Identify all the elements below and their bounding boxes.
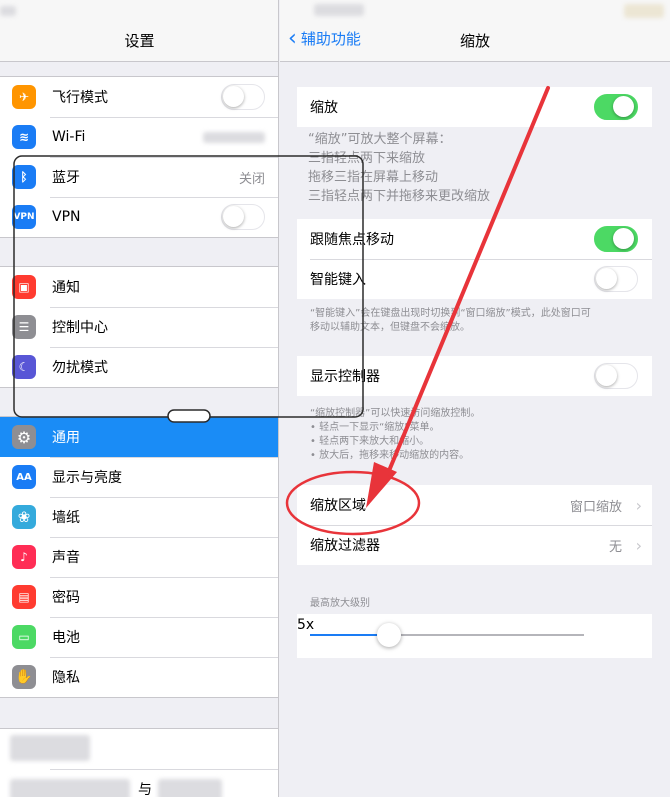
back-button[interactable]: ‹ 辅助功能 — [288, 25, 361, 51]
sidebar-item-battery[interactable]: ▭ 电池 — [0, 617, 278, 657]
chevron-right-icon: › — [635, 535, 642, 555]
notifications-group: ▣ 通知 ☰ 控制中心 ☾ 勿扰模式 — [0, 266, 278, 388]
follow-focus-row[interactable]: 跟随焦点移动 — [297, 219, 652, 259]
status-bar-blur — [0, 6, 16, 16]
bluetooth-status: 关闭 — [238, 171, 265, 187]
sidebar-item-label: 隐私 — [52, 670, 80, 686]
show-controller-toggle[interactable] — [594, 363, 638, 389]
chevron-left-icon: ‹ — [288, 25, 297, 51]
partial-label: 与 — [138, 782, 152, 797]
sidebar-item-label: Wi-Fi — [52, 129, 86, 145]
follow-focus-toggle[interactable] — [594, 226, 638, 252]
focus-card: 跟随焦点移动 智能键入 — [297, 219, 652, 299]
sidebar-item-passcode[interactable]: ▤ 密码 — [0, 577, 278, 617]
sidebar-item-label: VPN — [52, 209, 81, 225]
zoom-filter-label: 缩放过滤器 — [310, 538, 380, 554]
battery-status-blur — [624, 4, 664, 18]
gear-icon: ⚙ — [12, 425, 36, 449]
zoom-row[interactable]: 缩放 — [297, 87, 652, 127]
controller-card: 显示控制器 — [297, 356, 652, 396]
bluetooth-icon: ᛒ — [12, 165, 36, 189]
zoom-description: “缩放”可放大整个屏幕： 三指轻点两下来缩放 拖移三指在屏幕上移动 三指轻点两下… — [308, 132, 491, 204]
sidebar-item-label: 声音 — [52, 550, 80, 566]
sidebar-title: 设置 — [124, 32, 155, 50]
notifications-icon: ▣ — [12, 275, 36, 299]
sidebar-item-label: 勿扰模式 — [52, 360, 108, 376]
sidebar-item-wallpaper[interactable]: ❀ 墙纸 — [0, 497, 278, 537]
smart-typing-toggle[interactable] — [594, 266, 638, 292]
blurred-content — [158, 779, 222, 797]
sidebar-item-notifications[interactable]: ▣ 通知 — [0, 267, 278, 307]
airplane-icon: ✈ — [12, 85, 36, 109]
sidebar-header: 设置 — [0, 0, 278, 62]
vpn-toggle[interactable] — [221, 204, 265, 230]
max-zoom-value: 5x — [297, 617, 315, 633]
status-bar-blur — [314, 4, 364, 16]
zoom-region-value: 窗口缩放 — [569, 499, 622, 515]
back-button-label: 辅助功能 — [300, 30, 361, 48]
sidebar-item-display[interactable]: AA 显示与亮度 — [0, 457, 278, 497]
smart-typing-row[interactable]: 智能键入 — [297, 259, 652, 299]
zoom-card: 缩放 — [297, 87, 652, 127]
do-not-disturb-icon: ☾ — [12, 355, 36, 379]
wallpaper-icon: ❀ — [12, 505, 36, 529]
blurred-content — [10, 735, 90, 761]
settings-sidebar: 设置 ✈ 飞行模式 ≋ Wi-Fi ᛒ 蓝牙 关闭 VPN VPN ▣ 通知 ☰… — [0, 0, 279, 797]
smart-typing-description: “智能键入”会在键盘出现时切换到“窗口缩放”模式，此处窗口可 移动以辅助文本，但… — [310, 308, 591, 333]
chevron-right-icon: › — [635, 495, 642, 515]
sidebar-item-label: 飞行模式 — [52, 90, 108, 106]
controller-description: “缩放控制器”可以快速访问缩放控制。 • 轻点一下显示“缩放”菜单。 • 轻点两… — [310, 408, 481, 461]
show-controller-row[interactable]: 显示控制器 — [297, 356, 652, 396]
follow-focus-label: 跟随焦点移动 — [310, 232, 394, 248]
zoom-toggle[interactable] — [594, 94, 638, 120]
sidebar-item-general[interactable]: ⚙ 通用 — [0, 417, 278, 457]
sidebar-item-do-not-disturb[interactable]: ☾ 勿扰模式 — [0, 347, 278, 387]
sidebar-item-airplane[interactable]: ✈ 飞行模式 — [0, 77, 278, 117]
sidebar-item-bluetooth[interactable]: ᛒ 蓝牙 关闭 — [0, 157, 278, 197]
airplane-mode-toggle[interactable] — [221, 84, 265, 110]
connectivity-group: ✈ 飞行模式 ≋ Wi-Fi ᛒ 蓝牙 关闭 VPN VPN — [0, 76, 278, 238]
sidebar-item-label: 通用 — [52, 430, 80, 446]
region-card: 缩放区域 窗口缩放 › 缩放过滤器 无 › — [297, 485, 652, 565]
accounts-group: 与 — [0, 728, 278, 797]
sidebar-item-control-center[interactable]: ☰ 控制中心 — [0, 307, 278, 347]
slider-thumb[interactable] — [377, 623, 402, 647]
zoom-region-row[interactable]: 缩放区域 窗口缩放 › — [297, 485, 652, 525]
control-center-icon: ☰ — [12, 315, 36, 339]
zoom-region-label: 缩放区域 — [310, 498, 366, 514]
battery-icon: ▭ — [12, 625, 36, 649]
detail-header: ‹ 辅助功能 缩放 — [280, 0, 670, 62]
max-zoom-card: 5x — [297, 614, 652, 658]
general-group: ⚙ 通用 AA 显示与亮度 ❀ 墙纸 ♪ 声音 ▤ 密码 ▭ 电池 ✋ 隐私 — [0, 416, 278, 698]
sidebar-item-vpn[interactable]: VPN VPN — [0, 197, 278, 237]
sidebar-item-label: 密码 — [52, 590, 80, 606]
sidebar-item-label: 墙纸 — [52, 510, 80, 526]
zoom-label: 缩放 — [310, 100, 338, 116]
max-zoom-slider[interactable] — [310, 623, 584, 647]
sidebar-item-blurred-2[interactable]: 与 — [0, 769, 278, 797]
zoom-settings-pane: ‹ 辅助功能 缩放 缩放 “缩放”可放大整个屏幕： 三指轻点两下来缩放 拖移三指… — [280, 0, 670, 797]
show-controller-label: 显示控制器 — [310, 369, 380, 385]
sidebar-item-label: 控制中心 — [52, 320, 108, 336]
sidebar-item-label: 显示与亮度 — [52, 470, 122, 486]
display-icon: AA — [12, 465, 36, 489]
blurred-content — [10, 779, 130, 797]
zoom-filter-value: 无 — [608, 539, 622, 555]
max-zoom-header: 最高放大级别 — [310, 598, 370, 609]
sidebar-item-label: 蓝牙 — [52, 170, 80, 186]
wifi-network-blur — [203, 132, 265, 143]
sidebar-item-privacy[interactable]: ✋ 隐私 — [0, 657, 278, 697]
privacy-hand-icon: ✋ — [12, 665, 36, 689]
smart-typing-label: 智能键入 — [310, 272, 366, 288]
sidebar-item-label: 电池 — [52, 630, 80, 646]
zoom-filter-row[interactable]: 缩放过滤器 无 › — [297, 525, 652, 565]
sidebar-item-wifi[interactable]: ≋ Wi-Fi — [0, 117, 278, 157]
passcode-icon: ▤ — [12, 585, 36, 609]
vpn-icon: VPN — [12, 205, 36, 229]
wifi-icon: ≋ — [12, 125, 36, 149]
sound-icon: ♪ — [12, 545, 36, 569]
sidebar-item-label: 通知 — [52, 280, 80, 296]
sidebar-item-sound[interactable]: ♪ 声音 — [0, 537, 278, 577]
sidebar-item-blurred-1[interactable] — [0, 729, 278, 769]
